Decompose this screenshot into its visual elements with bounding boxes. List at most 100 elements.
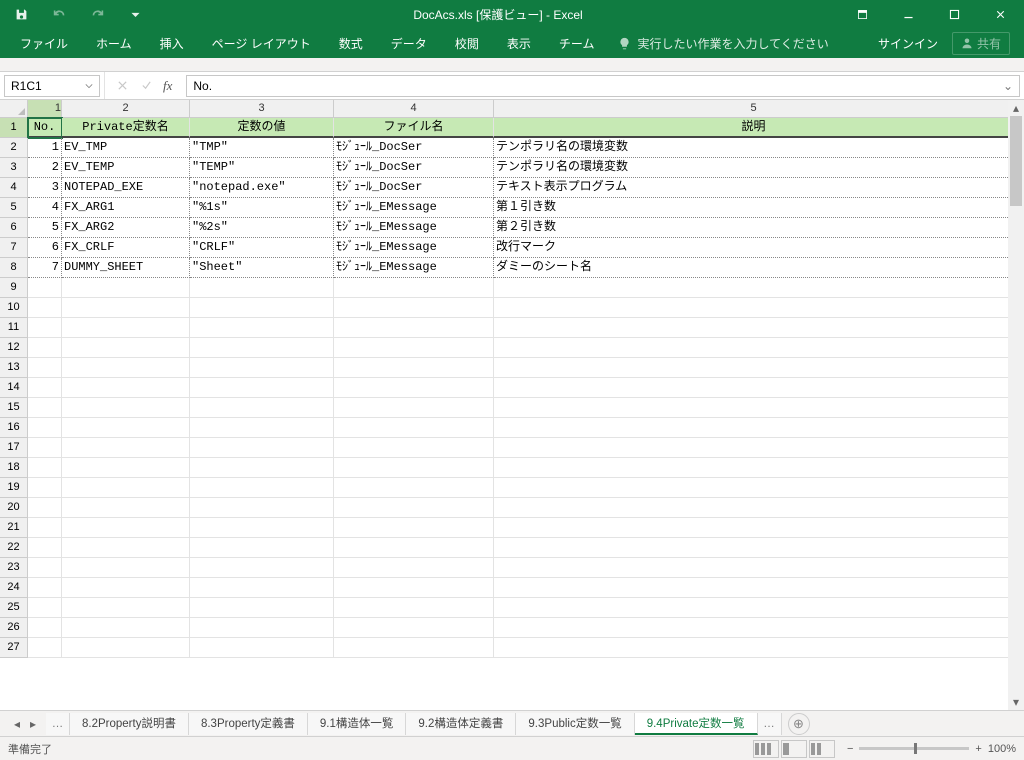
- row-header[interactable]: 19: [0, 478, 28, 498]
- zoom-out-button[interactable]: −: [847, 743, 853, 755]
- cell[interactable]: [334, 538, 494, 558]
- cell[interactable]: [28, 518, 62, 538]
- row-header[interactable]: 22: [0, 538, 28, 558]
- col-header[interactable]: 5: [494, 100, 1014, 117]
- scroll-thumb[interactable]: [1010, 116, 1022, 206]
- cell[interactable]: 定数の値: [190, 118, 334, 138]
- cell[interactable]: [190, 618, 334, 638]
- cell[interactable]: 1: [28, 138, 62, 158]
- sheet-tab[interactable]: 8.3Property定義書: [189, 713, 308, 735]
- cell[interactable]: ファイル名: [334, 118, 494, 138]
- tab-formulas[interactable]: 数式: [325, 28, 377, 58]
- cell[interactable]: [62, 498, 190, 518]
- cell[interactable]: EV_TEMP: [62, 158, 190, 178]
- page-break-view-icon[interactable]: [809, 740, 835, 758]
- cell[interactable]: [494, 538, 1014, 558]
- cell[interactable]: [28, 458, 62, 478]
- cell[interactable]: [62, 638, 190, 658]
- row-header[interactable]: 6: [0, 218, 28, 238]
- row-header[interactable]: 21: [0, 518, 28, 538]
- cell[interactable]: [334, 378, 494, 398]
- row-header[interactable]: 9: [0, 278, 28, 298]
- cell[interactable]: [334, 598, 494, 618]
- scroll-up-icon[interactable]: ▴: [1008, 100, 1024, 116]
- cell[interactable]: [334, 578, 494, 598]
- cell[interactable]: [62, 598, 190, 618]
- undo-icon[interactable]: [42, 0, 76, 28]
- cell[interactable]: [494, 438, 1014, 458]
- cell[interactable]: [190, 358, 334, 378]
- cell[interactable]: [494, 518, 1014, 538]
- row-header[interactable]: 8: [0, 258, 28, 278]
- row-header[interactable]: 20: [0, 498, 28, 518]
- tab-home[interactable]: ホーム: [82, 28, 146, 58]
- tab-data[interactable]: データ: [377, 28, 441, 58]
- cell[interactable]: "%1s": [190, 198, 334, 218]
- cell[interactable]: [62, 558, 190, 578]
- cell[interactable]: [62, 358, 190, 378]
- formula-input[interactable]: No. ⌄: [186, 75, 1020, 97]
- cell[interactable]: [334, 558, 494, 578]
- col-header[interactable]: 4: [334, 100, 494, 117]
- cell[interactable]: [62, 458, 190, 478]
- cell[interactable]: 5: [28, 218, 62, 238]
- name-box[interactable]: R1C1: [4, 75, 100, 97]
- cell[interactable]: [62, 518, 190, 538]
- row-header[interactable]: 3: [0, 158, 28, 178]
- row-header[interactable]: 17: [0, 438, 28, 458]
- cell[interactable]: [28, 378, 62, 398]
- row-header[interactable]: 12: [0, 338, 28, 358]
- row-header[interactable]: 5: [0, 198, 28, 218]
- cell[interactable]: [334, 358, 494, 378]
- cell[interactable]: "%2s": [190, 218, 334, 238]
- cell[interactable]: [494, 458, 1014, 478]
- qat-dropdown-icon[interactable]: [118, 0, 152, 28]
- cell[interactable]: 改行マーク: [494, 238, 1014, 258]
- cell[interactable]: [190, 598, 334, 618]
- vertical-scrollbar[interactable]: ▴ ▾: [1008, 100, 1024, 710]
- row-header[interactable]: 25: [0, 598, 28, 618]
- zoom-in-button[interactable]: +: [975, 743, 981, 755]
- cell[interactable]: [334, 518, 494, 538]
- cell[interactable]: ﾓｼﾞｭｰﾙ_DocSer: [334, 138, 494, 158]
- cell[interactable]: [28, 498, 62, 518]
- cell[interactable]: [62, 418, 190, 438]
- cell[interactable]: [28, 398, 62, 418]
- row-header[interactable]: 1: [0, 118, 28, 138]
- cell[interactable]: NOTEPAD_EXE: [62, 178, 190, 198]
- cell[interactable]: [62, 298, 190, 318]
- cell[interactable]: [28, 438, 62, 458]
- chevron-down-icon[interactable]: ⌄: [1003, 79, 1013, 93]
- tab-review[interactable]: 校閲: [441, 28, 493, 58]
- cell[interactable]: 4: [28, 198, 62, 218]
- redo-icon[interactable]: [80, 0, 114, 28]
- cell[interactable]: ﾓｼﾞｭｰﾙ_EMessage: [334, 218, 494, 238]
- cell[interactable]: ﾓｼﾞｭｰﾙ_EMessage: [334, 258, 494, 278]
- cell[interactable]: [494, 378, 1014, 398]
- cell[interactable]: [190, 298, 334, 318]
- cell[interactable]: ﾓｼﾞｭｰﾙ_DocSer: [334, 158, 494, 178]
- cell[interactable]: [62, 338, 190, 358]
- cell[interactable]: [62, 278, 190, 298]
- row-header[interactable]: 11: [0, 318, 28, 338]
- sheet-tab[interactable]: 9.3Public定数一覧: [516, 713, 634, 735]
- cell[interactable]: [494, 478, 1014, 498]
- cell[interactable]: [334, 638, 494, 658]
- cancel-icon[interactable]: [111, 72, 133, 99]
- tab-view[interactable]: 表示: [493, 28, 545, 58]
- cell[interactable]: [334, 478, 494, 498]
- cell[interactable]: [62, 398, 190, 418]
- tab-insert[interactable]: 挿入: [146, 28, 198, 58]
- cell[interactable]: [494, 558, 1014, 578]
- cell[interactable]: [28, 638, 62, 658]
- page-layout-view-icon[interactable]: [781, 740, 807, 758]
- cell[interactable]: [28, 318, 62, 338]
- cell[interactable]: テキスト表示プログラム: [494, 178, 1014, 198]
- cell[interactable]: [190, 478, 334, 498]
- fx-icon[interactable]: fx: [159, 78, 176, 94]
- cell[interactable]: [494, 638, 1014, 658]
- cell[interactable]: [494, 418, 1014, 438]
- sheet-tab[interactable]: 9.1構造体一覧: [308, 713, 407, 735]
- col-header[interactable]: 2: [62, 100, 190, 117]
- cell[interactable]: "TEMP": [190, 158, 334, 178]
